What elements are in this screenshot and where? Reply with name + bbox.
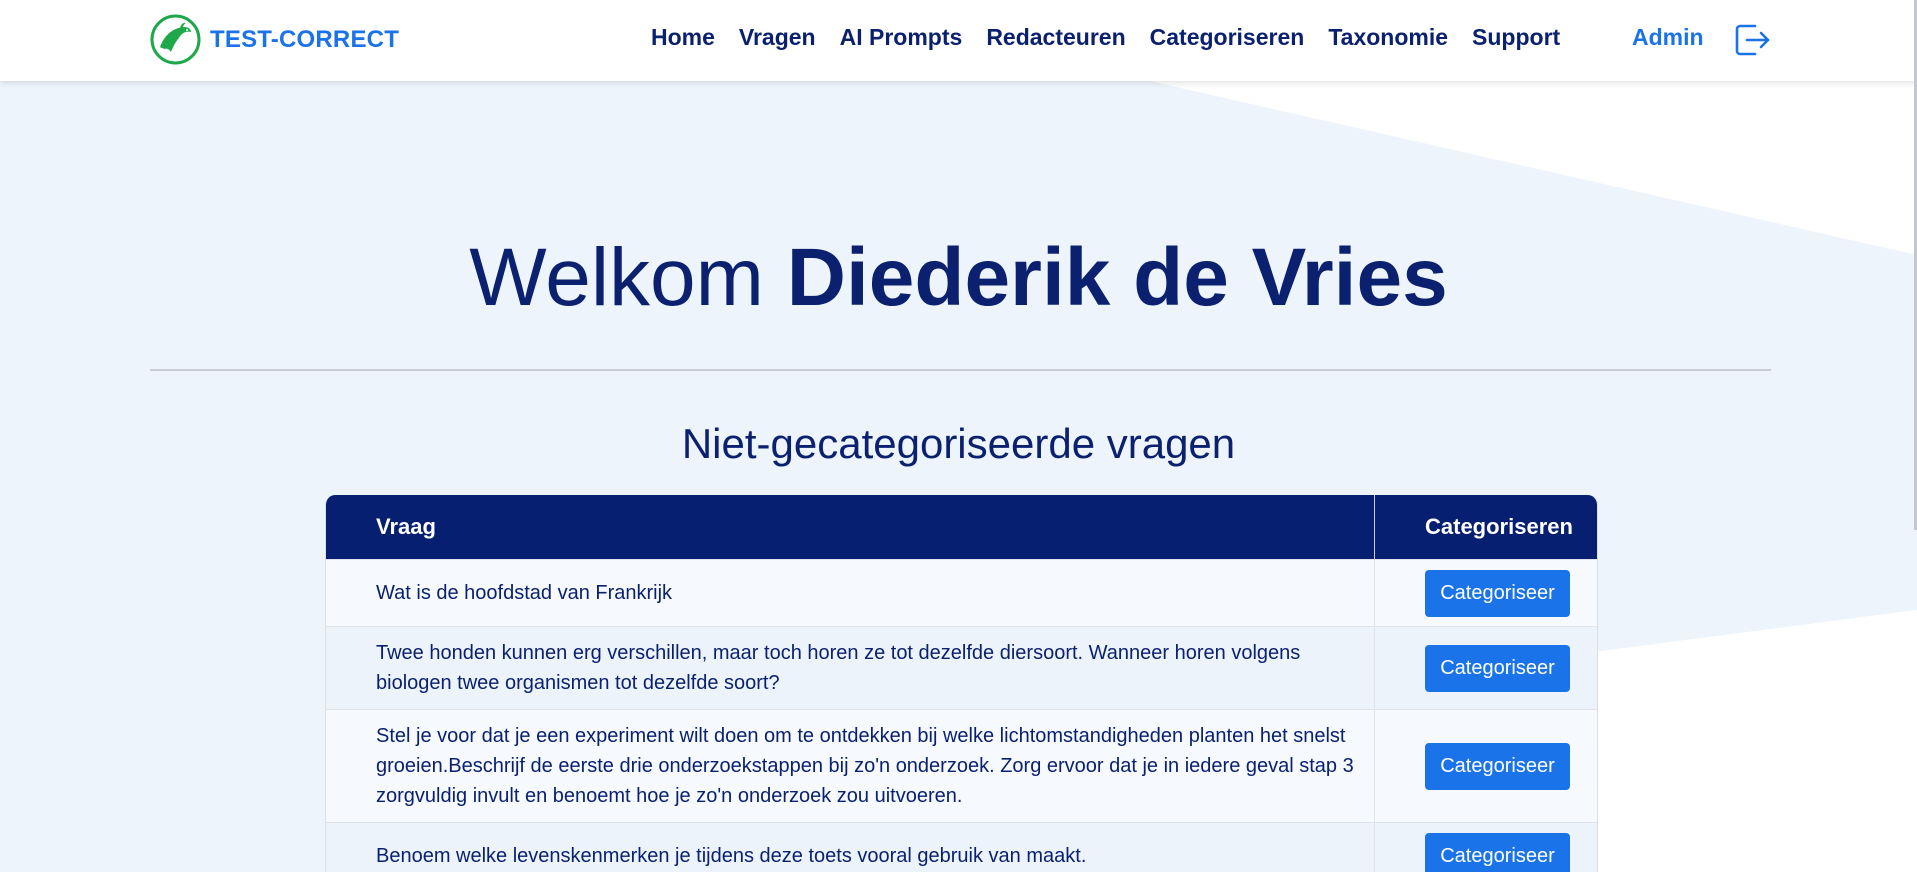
welcome-user-name: Diederik de Vries	[786, 232, 1448, 323]
action-cell: Categoriseer	[1374, 626, 1597, 710]
table-row: Wat is de hoofdstad van Frankrijk Catego…	[326, 559, 1597, 627]
dolphin-logo-icon	[150, 14, 201, 65]
nav-admin[interactable]: Admin	[1632, 24, 1704, 51]
categoriseer-button[interactable]: Categoriseer	[1425, 644, 1570, 692]
brand[interactable]: TEST-CORRECT	[150, 14, 399, 65]
nav-ai-prompts[interactable]: AI Prompts	[840, 24, 963, 51]
top-navbar: TEST-CORRECT Home Vragen AI Prompts Reda…	[0, 0, 1917, 81]
nav-home[interactable]: Home	[651, 24, 715, 51]
nav-vragen[interactable]: Vragen	[739, 24, 816, 51]
column-header-vraag: Vraag	[326, 495, 1375, 560]
action-cell: Categoriseer	[1374, 709, 1597, 823]
action-cell: Categoriseer	[1374, 559, 1597, 627]
table-row: Stel je voor dat je een experiment wilt …	[326, 709, 1597, 823]
nav-categoriseren[interactable]: Categoriseren	[1150, 24, 1305, 51]
nav-redacteuren[interactable]: Redacteuren	[986, 24, 1125, 51]
table-row: Benoem welke levenskenmerken je tijdens …	[326, 822, 1597, 872]
section-title: Niet-gecategoriseerde vragen	[681, 420, 1236, 467]
welcome-heading: Welkom Diederik de Vries	[0, 228, 1917, 328]
question-text: Twee honden kunnen erg verschillen, maar…	[326, 626, 1375, 710]
question-text: Benoem welke levenskenmerken je tijdens …	[326, 822, 1375, 872]
divider	[150, 369, 1771, 371]
nav-support[interactable]: Support	[1472, 24, 1560, 51]
table-header-row: Vraag Categoriseren	[326, 495, 1597, 560]
table-row: Twee honden kunnen erg verschillen, maar…	[326, 626, 1597, 710]
uncategorized-questions-table: Vraag Categoriseren Wat is de hoofdstad …	[325, 495, 1598, 872]
welcome-prefix: Welkom	[469, 232, 764, 323]
action-cell: Categoriseer	[1374, 822, 1597, 872]
main-nav: Home Vragen AI Prompts Redacteuren Categ…	[651, 24, 1584, 51]
categoriseer-button[interactable]: Categoriseer	[1425, 832, 1570, 872]
nav-taxonomie[interactable]: Taxonomie	[1328, 24, 1448, 51]
column-header-categoriseren: Categoriseren	[1374, 495, 1597, 560]
question-text: Wat is de hoofdstad van Frankrijk	[326, 559, 1375, 627]
brand-name: TEST-CORRECT	[210, 25, 400, 53]
categoriseer-button[interactable]: Categoriseer	[1425, 742, 1570, 790]
categoriseer-button[interactable]: Categoriseer	[1425, 569, 1570, 617]
question-text: Stel je voor dat je een experiment wilt …	[326, 709, 1375, 823]
logout-icon[interactable]	[1735, 23, 1771, 57]
